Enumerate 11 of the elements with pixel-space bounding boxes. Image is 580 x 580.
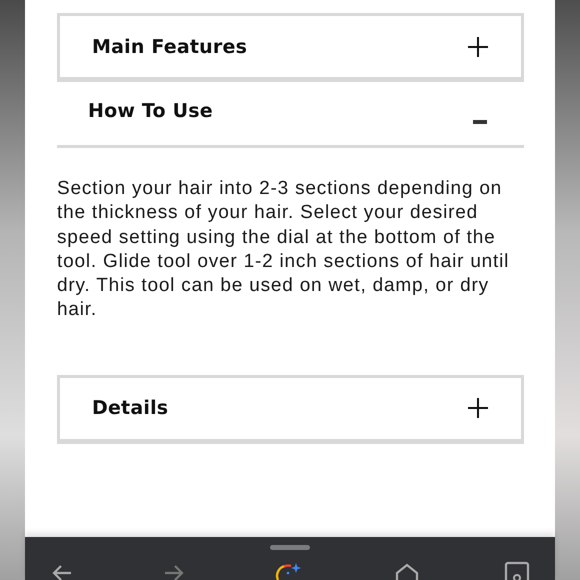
section-text: Section your hair into 2-3 sections depending on the thickness of your hair. Select your desired speed setting using the dial at the bottom of the tool. Glide tool over 1-2 inch sections of hair until dry. This tool can be used on wet, damp, or dry hair.: [57, 177, 510, 322]
tabs-icon[interactable]: [504, 561, 530, 580]
section-title: Details: [92, 397, 168, 420]
back-icon[interactable]: [51, 564, 73, 580]
accordion-header[interactable]: Main Features: [57, 13, 524, 82]
section-title: Main Features: [92, 36, 248, 58]
section-title: How To Use: [88, 100, 213, 122]
accordion-header[interactable]: Details: [57, 374, 524, 444]
drag-handle[interactable]: [270, 545, 310, 550]
home-icon[interactable]: [395, 562, 419, 580]
forward-icon[interactable]: [163, 564, 185, 580]
